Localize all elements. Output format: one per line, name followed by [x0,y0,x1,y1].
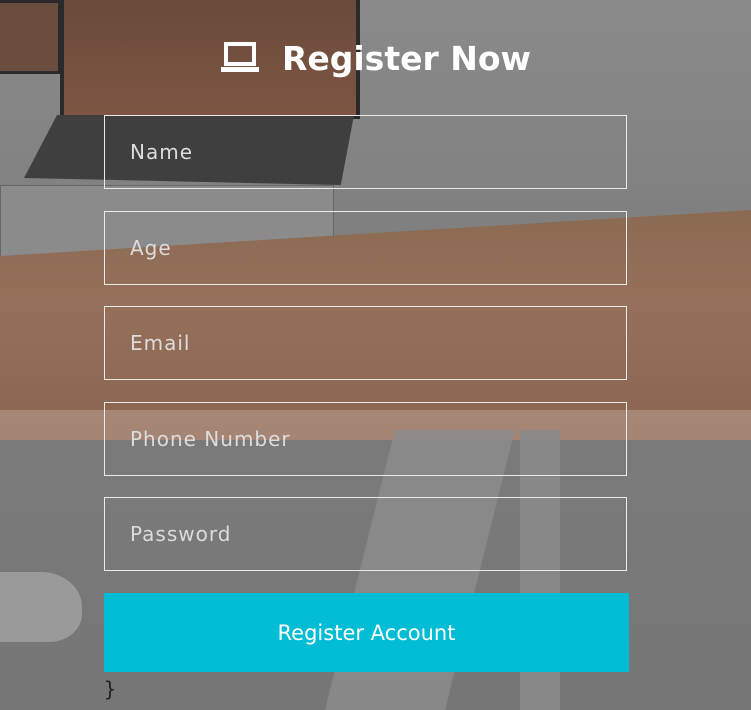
phone-number-input[interactable] [105,403,626,475]
background-lamp [0,572,82,642]
name-input[interactable] [105,116,626,188]
phone-number-field[interactable] [104,402,627,476]
register-header: Register Now [0,38,751,78]
name-field[interactable] [104,115,627,189]
laptop-icon [220,42,260,74]
password-input[interactable] [105,498,626,570]
age-field[interactable] [104,211,627,285]
email-field[interactable] [104,306,627,380]
age-input[interactable] [105,212,626,284]
page-title: Register Now [281,38,532,78]
email-input[interactable] [105,307,626,379]
password-field[interactable] [104,497,627,571]
register-account-button[interactable]: Register Account [104,593,629,672]
stray-brace-text: } [104,677,117,701]
